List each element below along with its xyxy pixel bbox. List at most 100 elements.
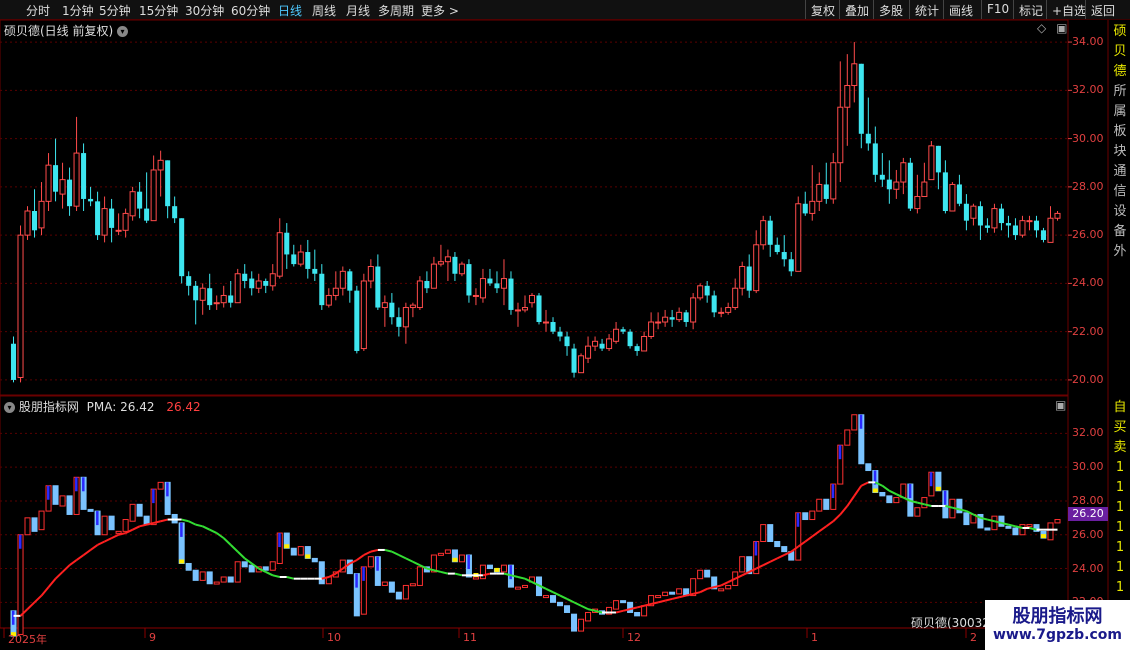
candle-body xyxy=(641,335,648,352)
pma-segment xyxy=(517,576,526,580)
indicator-flat-mark xyxy=(179,559,185,564)
x-tick-label: 12 xyxy=(627,631,641,644)
indicator-bar xyxy=(697,569,704,580)
pma-segment xyxy=(384,548,393,553)
indicator-bar xyxy=(521,584,529,588)
chevron-down-icon[interactable]: ▾ xyxy=(4,402,15,413)
indicator-bar xyxy=(921,497,928,509)
candle-body xyxy=(1005,223,1011,226)
candle-body xyxy=(305,252,311,269)
right-strip-char: 1 xyxy=(1115,520,1125,535)
pma-segment xyxy=(26,601,36,610)
indicator-bar xyxy=(38,510,45,531)
pma-segment xyxy=(664,597,673,602)
candle-body xyxy=(571,348,577,373)
indicator-bar xyxy=(199,571,206,581)
indicator-bar xyxy=(865,463,872,472)
ind-tick-label: 24.00 xyxy=(1072,561,1104,575)
candle-body xyxy=(207,288,213,306)
pma-segment xyxy=(762,560,771,567)
candle-body xyxy=(851,63,858,87)
pma-segment xyxy=(286,576,295,580)
candle-body xyxy=(900,162,907,183)
maximize-icon[interactable]: ▣ xyxy=(1056,21,1067,35)
right-strip-char: 1 xyxy=(1115,580,1125,595)
pma-segment xyxy=(265,571,274,577)
pma-segment xyxy=(832,513,841,522)
main-panel-title: 硕贝德(日线 前复权) ▾ xyxy=(4,22,129,39)
pma-label: PMA: 26.42 xyxy=(86,400,155,414)
candle-body xyxy=(458,263,465,275)
candle-body xyxy=(172,206,178,219)
candle-body xyxy=(95,201,101,236)
indicator-bar xyxy=(620,600,627,604)
candle-body xyxy=(220,294,227,304)
candle-body xyxy=(375,266,381,308)
candle-body xyxy=(1019,220,1026,236)
candle-body xyxy=(444,256,451,263)
indicator-strong-mark xyxy=(908,484,912,499)
stock-label: 硕贝德(30032 xyxy=(911,616,990,630)
indicator-bar xyxy=(802,512,809,521)
indicator-bar xyxy=(409,583,416,587)
candle-body xyxy=(634,346,640,351)
main-tick-label: 20.00 xyxy=(1072,372,1104,386)
indicator-bar xyxy=(66,495,73,515)
candle-body xyxy=(263,280,269,286)
candle-body xyxy=(255,280,262,289)
pma-segment xyxy=(181,518,189,523)
indicator-bar xyxy=(227,576,234,583)
pma-segment xyxy=(188,520,197,526)
candle-body xyxy=(942,172,948,211)
indicator-bar xyxy=(634,611,641,617)
candle-body xyxy=(228,295,234,303)
right-strip-char: 1 xyxy=(1115,560,1125,575)
candle-body xyxy=(249,278,255,289)
pma-segment xyxy=(818,525,827,533)
chevron-down-icon[interactable]: ▾ xyxy=(117,26,129,37)
pma-segment xyxy=(769,557,778,563)
indicator-strong-mark xyxy=(11,610,15,625)
indicator-flat-mark xyxy=(1040,534,1047,539)
indicator-bar xyxy=(192,569,199,581)
indicator-strong-mark xyxy=(180,522,183,537)
right-strip-char: 板 xyxy=(1113,124,1127,139)
x-tick-label: 2025年 xyxy=(8,633,47,646)
pma-segment xyxy=(370,548,379,553)
indicator-bar xyxy=(781,546,788,553)
candle-body xyxy=(150,169,157,222)
indicator-strong-mark xyxy=(362,566,365,581)
candle-body xyxy=(487,278,493,284)
candle-body xyxy=(88,198,94,202)
candle-body xyxy=(332,287,339,296)
candle-body xyxy=(242,273,248,281)
indicator-bar xyxy=(1012,527,1019,536)
indicator-bar xyxy=(1019,524,1026,536)
candle-body xyxy=(536,295,542,323)
indicator-bar xyxy=(24,517,31,536)
candle-body xyxy=(1047,217,1054,243)
pma-segment xyxy=(615,609,624,614)
indicator-strong-mark xyxy=(376,556,379,571)
ind-tick-label: 28.00 xyxy=(1072,493,1104,507)
right-strip-char: 自 xyxy=(1113,400,1127,415)
candle-body xyxy=(627,331,633,347)
current-price-tag: 26.20 xyxy=(1068,507,1108,521)
pma-segment xyxy=(272,574,280,578)
candle-body xyxy=(837,106,844,164)
diamond-icon[interactable]: ◇ xyxy=(1037,21,1046,35)
candle-body xyxy=(557,331,563,337)
pma-segment xyxy=(202,525,211,531)
indicator-bar xyxy=(297,546,304,556)
indicator-bar xyxy=(479,564,486,580)
pma-segment xyxy=(860,481,869,487)
candle-body xyxy=(137,191,143,209)
candle-body xyxy=(424,280,430,289)
right-order-strip: 自买卖 1 1 1 1 1 1 1 xyxy=(1110,398,1130,628)
indicator-bar xyxy=(571,613,578,632)
candle-body xyxy=(17,234,24,379)
candle-body xyxy=(676,311,683,321)
indicator-bar xyxy=(262,566,269,571)
maximize-icon[interactable]: ▣ xyxy=(1055,398,1066,412)
indicator-strong-mark xyxy=(467,555,470,570)
